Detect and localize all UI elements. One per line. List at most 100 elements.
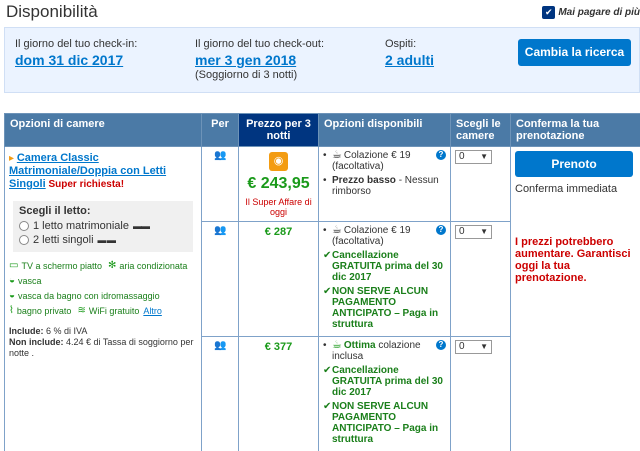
per-cell: 👥	[201, 221, 239, 337]
jacuzzi-icon: ◒	[9, 290, 16, 301]
booking-cell: Prenoto Conferma immediata I prezzi potr…	[510, 146, 640, 451]
page-title: Disponibilità	[6, 2, 98, 21]
facility-bath: vasca	[18, 275, 42, 286]
price-cell: € 377	[238, 336, 319, 451]
snowflake-icon: ✻	[108, 260, 117, 271]
room-info-cell: ▸ Camera Classic Matrimoniale/Doppia con…	[4, 146, 202, 451]
per-cell: 👥	[201, 336, 239, 451]
radio-double[interactable]	[19, 221, 29, 231]
price-warning: I prezzi potrebbero aumentare. Garantisc…	[515, 236, 631, 284]
bed-choice-box: Scegli il letto: 1 letto matrimoniale ▬▬…	[13, 201, 193, 252]
coffee-cup-icon: ☕	[332, 149, 342, 161]
bed-option-double-label: 1 letto matrimoniale	[33, 220, 129, 232]
tax-info: Include: 6 % di IVA Non include: 4.24 € …	[9, 326, 197, 359]
chevron-down-icon: ▼	[480, 342, 488, 351]
bed-option-single[interactable]: 2 letti singoli ▬ ▬	[19, 234, 187, 246]
option-no-prepay: ✔ NON SERVE ALCUN PAGAMENTO ANTICIPATO – …	[323, 286, 439, 330]
green-check-icon: ✔	[323, 286, 332, 297]
instant-confirmation: Conferma immediata	[515, 183, 618, 195]
guests-link[interactable]: 2 adulti	[385, 52, 434, 68]
facility-row-2: ◒ vasca	[9, 275, 197, 286]
green-check-icon: ✔	[323, 401, 332, 412]
room-qty-select[interactable]: 0 ▼	[455, 340, 492, 354]
bed-choice-title: Scegli il letto:	[19, 205, 91, 217]
facility-ac: aria condizionata	[119, 260, 188, 271]
qty-cell: 0 ▼	[450, 336, 511, 451]
not-includes-label: Non include:	[9, 337, 64, 347]
chevron-down-icon: ▼	[480, 227, 488, 236]
checkout-date-link[interactable]: mer 3 gen 2018	[195, 52, 296, 68]
facility-private-bath: bagno privato	[16, 305, 72, 316]
rooms-table: Opzioni di camere Per Prezzo per 3 notti…	[4, 113, 640, 451]
option-breakfast: • ☕ Colazione € 19 (facoltativa)	[323, 149, 411, 173]
more-facilities-link[interactable]: Altro	[143, 306, 162, 316]
check-badge-icon: ✔	[542, 6, 556, 19]
green-check-icon: ✔	[323, 250, 332, 261]
bed-option-single-label: 2 letti singoli	[33, 234, 94, 246]
chevron-down-icon: ▼	[480, 152, 488, 161]
options-cell: ? • ☕ Colazione € 19 (facoltativa) • Prezzo…	[318, 146, 451, 222]
super-tag: Super richiesta!	[48, 179, 125, 190]
checkin-date-link[interactable]: dom 31 dic 2017	[15, 52, 123, 68]
option-breakfast: • ☕ Colazione € 19 (facoltativa)	[323, 224, 411, 248]
price: € 243,95	[247, 175, 310, 192]
radio-single[interactable]	[19, 235, 29, 245]
price: € 377	[264, 341, 293, 353]
header-per: Per	[201, 113, 239, 147]
stay-length: (Soggiorno di 3 notti)	[195, 69, 298, 81]
options-cell: ? • ☕ Ottima colazione inclusa ✔ Cancellazi…	[318, 336, 451, 451]
header-choose: Scegli le camere	[450, 113, 511, 147]
book-button[interactable]: Prenoto	[515, 151, 633, 177]
checkout-label: Il giorno del tuo check-out:	[195, 38, 325, 50]
option-free-cancel: ✔ Cancellazione GRATUITA prima del 30 dic…	[323, 365, 443, 398]
two-people-icon: 👥	[214, 150, 226, 161]
price-cell: € 287	[238, 221, 319, 337]
qty-cell: 0 ▼	[450, 146, 511, 222]
bathtub-icon: ◒	[9, 275, 16, 286]
guests-block: Ospiti: 2 adulti	[385, 38, 434, 68]
facility-tv: TV a schermo piatto	[21, 260, 102, 271]
room-qty-select[interactable]: 0 ▼	[455, 150, 492, 164]
deal-label: Il Super Affare di oggi	[245, 197, 312, 217]
option-breakfast: • ☕ Ottima colazione inclusa	[323, 339, 421, 363]
two-people-icon: 👥	[214, 340, 226, 351]
arrow-icon: ▸	[9, 153, 15, 164]
qty-cell: 0 ▼	[450, 221, 511, 337]
facility-row-4: ⌇ bagno privato ≋ WiFi gratuito Altro	[9, 305, 197, 316]
option-free-cancel: ✔ Cancellazione GRATUITA prima del 30 dic…	[323, 250, 443, 283]
facility-wifi: WiFi gratuito	[88, 305, 140, 316]
double-bed-icon: ▬▬	[133, 221, 150, 231]
change-search-button[interactable]: Cambia la ricerca	[518, 39, 631, 66]
green-check-icon: ✔	[323, 365, 332, 376]
coffee-cup-icon: ☕	[332, 339, 342, 351]
header-room-options: Opzioni di camere	[4, 113, 202, 147]
price-guarantee-label: Mai pagare di più	[558, 7, 640, 18]
tv-icon: ▭	[9, 260, 19, 271]
option-no-prepay: ✔ NON SERVE ALCUN PAGAMENTO ANTICIPATO – …	[323, 401, 439, 445]
shower-icon: ⌇	[9, 305, 14, 316]
price-guarantee[interactable]: ✔ Mai pagare di più	[542, 6, 640, 19]
facility-row-3: ◒ vasca da bagno con idromassaggio	[9, 290, 197, 301]
room-qty-select[interactable]: 0 ▼	[455, 225, 492, 239]
two-people-icon: 👥	[214, 225, 226, 236]
option-low-price: • Prezzo basso - Nessun rimborso	[323, 175, 439, 197]
bed-option-double[interactable]: 1 letto matrimoniale ▬▬	[19, 220, 187, 232]
search-summary: Il giorno del tuo check-in: dom 31 dic 2…	[4, 27, 640, 93]
checkin-label: Il giorno del tuo check-in:	[15, 38, 138, 50]
includes-label: Include:	[9, 326, 44, 336]
header-options: Opzioni disponibili	[318, 113, 451, 147]
options-cell: ? • ☕ Colazione € 19 (facoltativa) ✔ Cancel…	[318, 221, 451, 337]
header-price: Prezzo per 3 notti	[238, 113, 319, 147]
checkout-block: Il giorno del tuo check-out: mer 3 gen 2…	[195, 38, 324, 81]
facility-jacuzzi: vasca da bagno con idromassaggio	[18, 290, 160, 301]
price-cell: ◉ € 243,95 Il Super Affare di oggi	[238, 146, 319, 222]
wifi-icon: ≋	[77, 305, 86, 316]
header-confirm: Conferma la tua prenotazione	[510, 113, 640, 147]
guests-label: Ospiti:	[385, 38, 417, 50]
facility-row-1: ▭ TV a schermo piatto ✻ aria condizionat…	[9, 260, 197, 271]
deal-badge-icon: ◉	[269, 152, 288, 171]
per-cell: 👥	[201, 146, 239, 222]
price: € 287	[264, 226, 293, 238]
coffee-cup-icon: ☕	[332, 224, 342, 236]
single-beds-icon: ▬ ▬	[97, 235, 116, 245]
